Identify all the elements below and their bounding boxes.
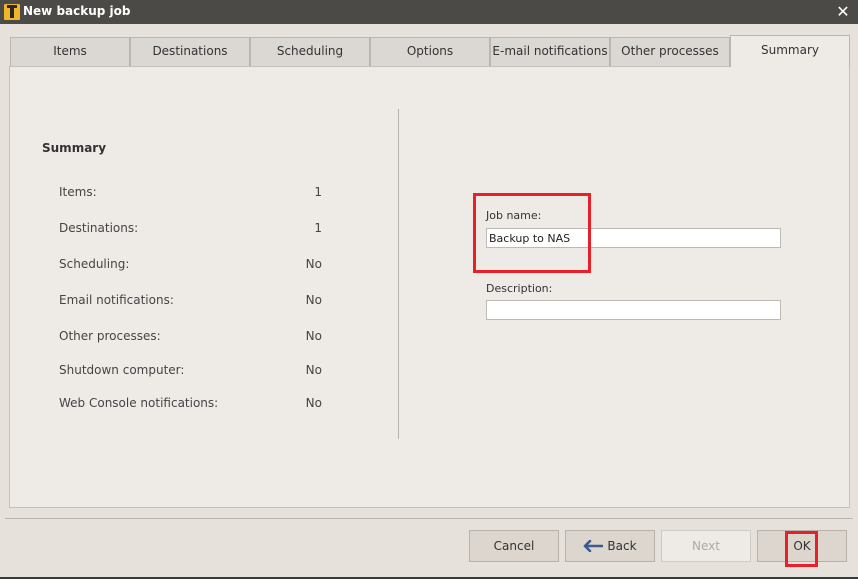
tab-options[interactable]: Options <box>370 37 490 66</box>
summary-label: Other processes: <box>59 329 161 343</box>
back-arrow-icon <box>584 539 604 552</box>
summary-label: Email notifications: <box>59 293 174 307</box>
summary-row-email-notifications: Email notifications: No <box>59 293 322 309</box>
summary-value: No <box>305 329 322 343</box>
summary-row-shutdown-computer: Shutdown computer: No <box>59 363 322 379</box>
tab-scheduling[interactable]: Scheduling <box>250 37 370 66</box>
summary-value: No <box>305 293 322 307</box>
summary-value: No <box>305 363 322 377</box>
description-label: Description: <box>486 282 553 295</box>
summary-label: Web Console notifications: <box>59 396 219 410</box>
summary-row-web-console-notifications: Web Console notifications: No <box>59 396 322 412</box>
job-name-label: Job name: <box>486 209 542 222</box>
summary-row-destinations: Destinations: 1 <box>59 221 322 237</box>
summary-row-scheduling: Scheduling: No <box>59 257 322 273</box>
summary-label: Items: <box>59 185 97 199</box>
summary-row-items: Items: 1 <box>59 185 322 201</box>
tab-bar: Items Destinations Scheduling Options E-… <box>10 35 850 67</box>
job-name-input[interactable] <box>486 228 781 248</box>
summary-value: No <box>305 396 322 410</box>
title-bar: New backup job ✕ <box>0 0 858 24</box>
summary-value: 1 <box>314 221 322 235</box>
ok-button[interactable]: OK <box>757 530 847 562</box>
summary-value: No <box>305 257 322 271</box>
tab-summary[interactable]: Summary <box>730 35 850 67</box>
next-button[interactable]: Next <box>661 530 751 562</box>
tab-other-processes[interactable]: Other processes <box>610 37 730 66</box>
description-input[interactable] <box>486 300 781 320</box>
tab-destinations[interactable]: Destinations <box>130 37 250 66</box>
back-button-label: Back <box>607 539 637 553</box>
window-title: New backup job <box>23 4 131 18</box>
summary-label: Destinations: <box>59 221 139 235</box>
footer-separator <box>5 518 853 519</box>
summary-row-other-processes: Other processes: No <box>59 329 322 345</box>
close-icon[interactable]: ✕ <box>834 2 852 22</box>
summary-label: Shutdown computer: <box>59 363 185 377</box>
tab-items[interactable]: Items <box>10 37 130 66</box>
tab-email-notifications[interactable]: E-mail notifications <box>490 37 610 66</box>
summary-heading: Summary <box>42 141 107 155</box>
summary-label: Scheduling: <box>59 257 130 271</box>
back-button[interactable]: Back <box>565 530 655 562</box>
summary-panel: Summary Items: 1 Destinations: 1 Schedul… <box>9 66 850 508</box>
app-logo-icon <box>4 4 20 20</box>
vertical-divider <box>398 109 399 439</box>
summary-value: 1 <box>314 185 322 199</box>
cancel-button[interactable]: Cancel <box>469 530 559 562</box>
